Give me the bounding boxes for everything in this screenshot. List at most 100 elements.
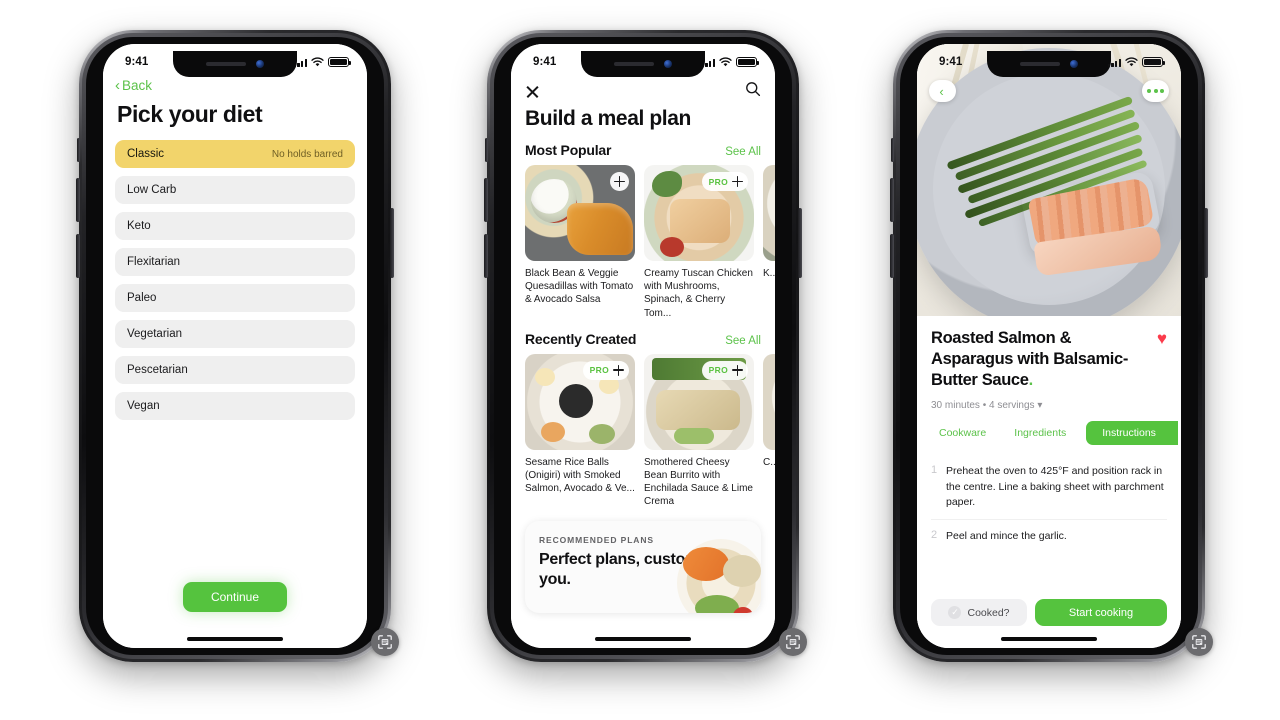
power-button[interactable] — [798, 208, 802, 278]
step-text: Preheat the oven to 425°F and position r… — [946, 465, 1164, 508]
diet-option-classic[interactable]: Classic No holds barred — [115, 140, 355, 168]
instruction-step: 2 Peel and mince the garlic. — [931, 518, 1167, 553]
recipe-card-title: Creamy Tuscan Chicken with Mushrooms, Sp… — [644, 268, 753, 319]
recipe-tabs: Cookware Ingredients Instructions — [925, 421, 1181, 446]
recipe-image: PRO — [644, 353, 754, 450]
search-icon[interactable] — [745, 81, 761, 102]
recipe-details: Roasted Salmon & Asparagus with Balsamic… — [917, 316, 1181, 648]
pro-badge: PRO — [708, 365, 728, 376]
recipe-card-title: C... (P... D... — [763, 456, 775, 468]
front-camera-icon — [256, 60, 264, 68]
recipe-card[interactable]: PRO Sesame Rice Balls (Onigiri) with Smo… — [525, 353, 635, 509]
power-button[interactable] — [390, 208, 394, 278]
volume-up-button[interactable] — [76, 178, 80, 222]
see-all-link[interactable]: See All — [725, 335, 761, 347]
status-icons — [1107, 56, 1165, 68]
recipe-card-title: Black Bean & Veggie Quesadillas with Tom… — [525, 268, 634, 306]
cellular-bars-icon — [1107, 58, 1121, 68]
recipe-card[interactable]: PRO Smothered Cheesy Bean Burrito with E… — [644, 353, 754, 509]
diet-option-vegetarian[interactable]: Vegetarian — [115, 320, 355, 348]
diet-option-label: Flexitarian — [127, 256, 181, 268]
recipe-meta[interactable]: 30 minutes • 4 servings ▾ — [931, 400, 1167, 411]
cooked-button[interactable]: ✓ Cooked? — [931, 599, 1027, 626]
notch — [173, 51, 297, 77]
more-options-button[interactable] — [1142, 80, 1169, 102]
home-indicator[interactable] — [1001, 637, 1097, 641]
status-time: 9:41 — [533, 56, 557, 68]
recipe-image — [763, 353, 775, 450]
chevron-down-icon[interactable]: ▾ — [1037, 400, 1042, 411]
add-recipe-button[interactable] — [610, 172, 629, 191]
status-time: 9:41 — [939, 56, 963, 68]
diet-option-label: Vegetarian — [127, 328, 182, 340]
volume-up-button[interactable] — [484, 178, 488, 222]
section-title: Most Popular — [525, 142, 612, 158]
tab-instructions[interactable]: Instructions — [1086, 421, 1178, 446]
section-title: Recently Created — [525, 330, 637, 347]
wifi-icon — [1125, 57, 1138, 67]
section-header-most-popular: Most Popular See All — [511, 131, 775, 158]
pro-badge: PRO — [589, 365, 609, 376]
recipe-card[interactable]: PRO Creamy Tuscan Chicken with Mushrooms… — [644, 165, 754, 320]
recipe-image — [525, 165, 635, 261]
recipe-title-row: Roasted Salmon & Asparagus with Balsamic… — [931, 328, 1167, 391]
close-icon[interactable] — [525, 84, 540, 99]
diet-option-paleo[interactable]: Paleo — [115, 284, 355, 312]
volume-up-button[interactable] — [890, 178, 894, 222]
chevron-left-icon: ‹ — [939, 83, 944, 99]
page-title: Build a meal plan — [525, 107, 691, 130]
plus-icon[interactable] — [732, 176, 743, 187]
instruction-steps: 1 Preheat the oven to 425°F and position… — [931, 455, 1167, 553]
diet-option-label: Keto — [127, 220, 151, 232]
volume-down-button[interactable] — [484, 234, 488, 278]
instruction-step: 1 Preheat the oven to 425°F and position… — [931, 455, 1167, 519]
diet-options-list: Classic No holds barred Low Carb Keto Fl… — [103, 130, 367, 420]
check-circle-icon: ✓ — [948, 606, 962, 619]
recipe-card[interactable]: Black Bean & Veggie Quesadillas with Tom… — [525, 165, 635, 320]
mute-switch[interactable] — [485, 138, 488, 162]
status-icons — [701, 56, 759, 68]
recipe-title: Roasted Salmon & Asparagus with Balsamic… — [931, 328, 1149, 391]
phone-mockup-meal-plan: 9:41 Build a meal plan Most Popular See … — [484, 30, 807, 662]
recipe-card[interactable]: K... B... — [763, 165, 775, 320]
pro-add-pill[interactable]: PRO — [701, 360, 748, 380]
volume-down-button[interactable] — [76, 234, 80, 278]
diet-option-low-carb[interactable]: Low Carb — [115, 176, 355, 204]
mute-switch[interactable] — [77, 138, 80, 162]
plus-icon[interactable] — [613, 364, 624, 376]
diet-option-keto[interactable]: Keto — [115, 212, 355, 240]
document-scan-icon[interactable] — [779, 628, 807, 656]
see-all-link[interactable]: See All — [725, 146, 761, 158]
recipe-action-bar: ✓ Cooked? Start cooking — [931, 599, 1167, 626]
diet-option-label: Classic — [127, 148, 165, 160]
recommended-plans-banner[interactable]: RECOMMENDED PLANS Perfect plans, customi… — [525, 520, 761, 613]
home-indicator[interactable] — [187, 637, 283, 641]
front-camera-icon — [664, 60, 672, 68]
tab-cookware[interactable]: Cookware — [925, 421, 1000, 445]
mute-switch[interactable] — [891, 138, 894, 162]
card-carousel-recently-created[interactable]: PRO Sesame Rice Balls (Onigiri) with Smo… — [511, 347, 775, 509]
document-scan-icon[interactable] — [1185, 628, 1213, 656]
continue-button[interactable]: Continue — [182, 582, 288, 612]
tab-ingredients[interactable]: Ingredients — [1000, 421, 1080, 445]
heart-icon[interactable]: ♥ — [1157, 330, 1167, 347]
diet-option-pescetarian[interactable]: Pescetarian — [115, 356, 355, 384]
card-carousel-most-popular[interactable]: Black Bean & Veggie Quesadillas with Tom… — [511, 158, 775, 320]
battery-full-icon — [328, 56, 351, 68]
section-header-recently-created: Recently Created See All — [511, 320, 775, 347]
recipe-card-title: Smothered Cheesy Bean Burrito with Enchi… — [644, 456, 753, 508]
volume-down-button[interactable] — [890, 234, 894, 278]
back-button[interactable]: ‹ — [929, 80, 956, 102]
diet-option-flexitarian[interactable]: Flexitarian — [115, 248, 355, 276]
diet-option-vegan[interactable]: Vegan — [115, 392, 355, 420]
document-scan-icon[interactable] — [371, 628, 399, 656]
plus-icon[interactable] — [732, 364, 743, 376]
pro-badge: PRO — [708, 176, 728, 187]
recipe-card[interactable]: C... (P... D... — [763, 353, 775, 509]
start-cooking-button[interactable]: Start cooking — [1035, 599, 1167, 626]
home-indicator[interactable] — [595, 637, 691, 641]
pro-add-pill[interactable]: PRO — [582, 360, 629, 380]
power-button[interactable] — [1204, 208, 1208, 278]
pro-add-pill[interactable]: PRO — [701, 172, 748, 191]
earpiece-speaker — [206, 62, 246, 66]
